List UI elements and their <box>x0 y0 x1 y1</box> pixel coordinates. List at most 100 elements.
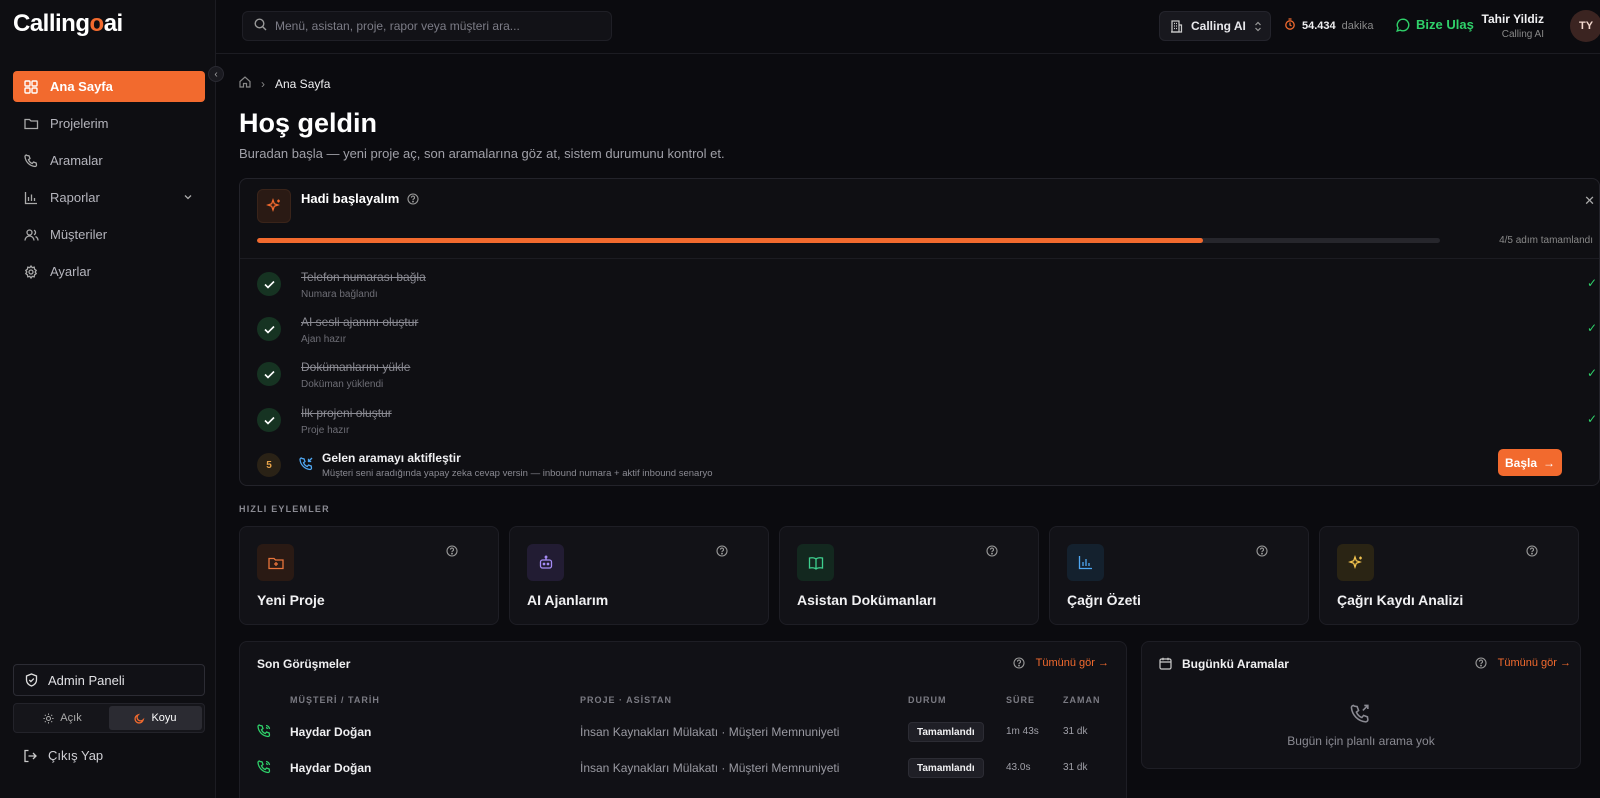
moon-icon <box>134 713 145 724</box>
onboarding-step[interactable]: Telefon numarası bağla Numara bağlandı ✓ <box>257 268 1597 308</box>
phone-incoming-icon <box>299 457 313 471</box>
quick-action-call-summary[interactable]: Çağrı Özeti <box>1049 526 1309 625</box>
workspace-name: Calling AI <box>1191 19 1246 33</box>
call-time: 31 dk <box>1063 762 1088 773</box>
theme-toggle: Açık Koyu <box>13 703 205 733</box>
sidebar-item-customers[interactable]: Müşteriler <box>13 219 205 250</box>
bot-icon <box>527 544 564 581</box>
theme-light-button[interactable]: Açık <box>16 706 109 730</box>
step-subtitle: Doküman yüklendi <box>301 379 384 390</box>
step-number: 5 <box>257 453 281 477</box>
check-icon: ✓ <box>1586 412 1597 426</box>
status-badge: Tamamlandı <box>908 722 984 742</box>
help-icon[interactable] <box>1256 545 1268 557</box>
help-icon[interactable] <box>1526 545 1538 557</box>
admin-panel-button[interactable]: Admin Paneli <box>13 664 205 696</box>
logout-button[interactable]: Çıkış Yap <box>23 748 103 763</box>
check-circle-icon <box>257 317 281 341</box>
logout-icon <box>23 749 37 763</box>
check-icon: ✓ <box>1586 366 1597 380</box>
column-header: PROJE · ASİSTAN <box>580 695 673 705</box>
search-input[interactable] <box>275 19 605 33</box>
sidebar-item-label: Ayarlar <box>50 264 91 279</box>
avatar[interactable]: TY <box>1570 10 1600 42</box>
workspace-selector[interactable]: Calling AI <box>1159 11 1271 41</box>
table-row[interactable]: Haydar Doğan İnsan Kaynakları Mülakatı ·… <box>240 714 1126 750</box>
help-icon[interactable] <box>1013 657 1025 669</box>
step-title: İlk projeni oluştur <box>301 406 392 420</box>
sidebar-item-settings[interactable]: Ayarlar <box>13 256 205 287</box>
sidebar-item-label: Ana Sayfa <box>50 79 113 94</box>
home-icon[interactable] <box>239 76 251 91</box>
getting-started-card: Hadi başlayalım ✕ 4/5 adım tamamlandı Te… <box>239 178 1600 486</box>
chart-icon <box>1067 544 1104 581</box>
sidebar-item-projects[interactable]: Projelerim <box>13 108 205 139</box>
user-org: Calling AI <box>1501 29 1544 40</box>
minutes-unit: dakika <box>1341 19 1374 32</box>
step-title: Dokümanlarını yükle <box>301 360 411 374</box>
quick-action-label: Yeni Proje <box>257 592 325 608</box>
phone-icon <box>23 153 39 169</box>
check-circle-icon <box>257 362 281 386</box>
check-icon: ✓ <box>1586 276 1597 290</box>
column-header: MÜŞTERİ / TARİH <box>290 695 380 705</box>
help-icon[interactable] <box>986 545 998 557</box>
contact-us-button[interactable]: Bize Ulaş <box>1396 17 1474 32</box>
phone-call-icon <box>257 760 271 774</box>
onboarding-step[interactable]: AI sesli ajanını oluştur Ajan hazır ✓ <box>257 313 1597 353</box>
minutes-balance: 54.434 dakika <box>1284 18 1373 33</box>
sidebar: Callingoai ‹ Ana Sayfa Projelerim Aramal… <box>0 0 224 798</box>
quick-action-ai-agents[interactable]: AI Ajanlarım <box>509 526 769 625</box>
chat-icon <box>1396 17 1410 32</box>
see-all-link[interactable]: Tümünü gör → <box>1013 657 1109 669</box>
step-subtitle: Numara bağlandı <box>301 289 378 300</box>
check-circle-icon <box>257 408 281 432</box>
call-duration: 43.0s <box>1006 762 1031 773</box>
search-box[interactable] <box>242 11 612 41</box>
folder-icon <box>23 116 39 132</box>
help-icon[interactable] <box>716 545 728 557</box>
today-calls-title: Bugünkü Aramalar <box>1182 657 1289 671</box>
sidebar-item-reports[interactable]: Raporlar <box>13 182 205 213</box>
sparkle-icon <box>257 189 291 223</box>
logo[interactable]: Callingoai <box>13 10 123 38</box>
sidebar-item-home[interactable]: Ana Sayfa <box>13 71 205 102</box>
theme-dark-button[interactable]: Koyu <box>109 706 202 730</box>
column-header: ZAMAN <box>1063 695 1101 705</box>
column-header: DURUM <box>908 695 947 705</box>
step-subtitle: Proje hazır <box>301 425 350 436</box>
collapse-sidebar-button[interactable]: ‹ <box>208 66 224 82</box>
close-icon[interactable]: ✕ <box>1584 193 1595 209</box>
book-icon <box>797 544 834 581</box>
help-icon[interactable] <box>407 192 419 205</box>
start-button[interactable]: Başla → <box>1498 449 1562 476</box>
table-row[interactable]: Haydar Doğan İnsan Kaynakları Mülakatı ·… <box>240 750 1126 786</box>
quick-action-new-project[interactable]: Yeni Proje <box>239 526 499 625</box>
user-info[interactable]: Tahir Yildiz Calling AI <box>1482 12 1544 40</box>
quick-action-recording-analysis[interactable]: Çağrı Kaydı Analizi <box>1319 526 1579 625</box>
sidebar-item-label: Raporlar <box>50 190 100 205</box>
onboarding-step[interactable]: İlk projeni oluştur Proje hazır ✓ <box>257 404 1597 444</box>
status-badge: Tamamlandı <box>908 758 984 778</box>
phone-forward-icon <box>1350 704 1370 724</box>
onboarding-step-pending[interactable]: 5 Gelen aramayı aktifleştir Müşteri seni… <box>257 451 1597 491</box>
sidebar-item-calls[interactable]: Aramalar <box>13 145 205 176</box>
help-icon[interactable] <box>446 545 458 557</box>
grid-icon <box>23 79 39 95</box>
onboarding-step[interactable]: Dokümanlarını yükle Doküman yüklendi ✓ <box>257 358 1597 398</box>
user-name: Tahir Yildiz <box>1481 12 1544 26</box>
users-icon <box>23 227 39 243</box>
shield-icon <box>25 673 38 687</box>
admin-panel-label: Admin Paneli <box>48 672 125 688</box>
help-icon[interactable] <box>1475 657 1487 669</box>
quick-action-assistant-docs[interactable]: Asistan Dokümanları <box>779 526 1039 625</box>
see-all-link[interactable]: Tümünü gör → <box>1475 657 1571 669</box>
sparkle-icon <box>1337 544 1374 581</box>
step-title: Gelen aramayı aktifleştir <box>322 451 461 465</box>
sun-icon <box>43 712 54 724</box>
chevron-down-icon <box>183 190 193 205</box>
today-calls-panel: Bugünkü Aramalar Tümünü gör → Bugün için… <box>1141 641 1581 769</box>
progress-fill <box>257 238 1204 243</box>
chevron-updown-icon <box>1254 21 1262 32</box>
quick-actions-label: HIZLI EYLEMLER <box>239 504 330 514</box>
